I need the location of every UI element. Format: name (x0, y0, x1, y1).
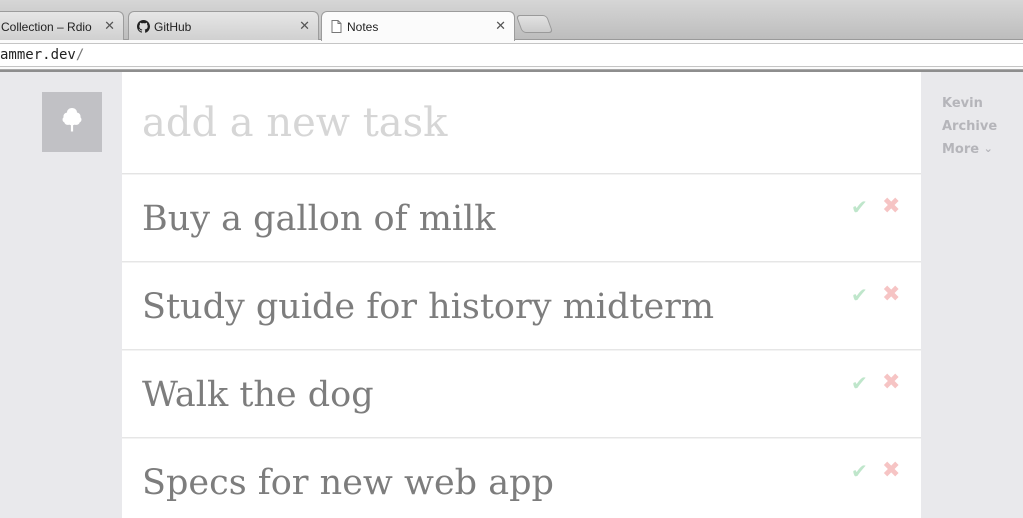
task-row[interactable]: Specs for new web app ✔ ✖ (122, 439, 921, 518)
address-bar: ammer.dev / (0, 40, 1023, 70)
tab-notes[interactable]: Notes ✕ (321, 11, 515, 41)
close-icon[interactable]: ✕ (299, 18, 310, 34)
task-text: Buy a gallon of milk (142, 199, 496, 239)
document-icon (330, 20, 343, 33)
task-text: Specs for new web app (142, 463, 554, 503)
close-icon[interactable]: ✕ (495, 18, 506, 34)
tab-title: GitHub (154, 19, 192, 34)
task-list: Buy a gallon of milk ✔ ✖ Study guide for… (122, 72, 921, 518)
check-icon[interactable]: ✔ (851, 283, 868, 308)
tab-github[interactable]: GitHub ✕ (128, 11, 319, 41)
sidebar-item-user[interactable]: Kevin (942, 92, 1022, 115)
tab-rdio-collection[interactable]: Collection – Rdio ✕ (0, 11, 124, 41)
task-row[interactable]: Buy a gallon of milk ✔ ✖ (122, 175, 921, 262)
tab-title: Notes (347, 19, 379, 34)
url-field[interactable]: ammer.dev / (0, 43, 1023, 67)
sidebar-item-more[interactable]: More ⌄ (942, 138, 1022, 161)
app-logo[interactable] (42, 92, 102, 152)
task-text: Walk the dog (142, 375, 374, 415)
delete-icon[interactable]: ✖ (882, 457, 900, 483)
close-icon[interactable]: ✕ (104, 18, 115, 34)
check-icon[interactable]: ✔ (851, 195, 868, 220)
delete-icon[interactable]: ✖ (882, 281, 900, 307)
sidebar-item-label: More (942, 142, 980, 157)
sidebar-item-archive[interactable]: Archive (942, 115, 1022, 138)
tree-icon (61, 107, 83, 138)
tab-title: Collection – Rdio (1, 19, 92, 34)
chevron-down-icon: ⌄ (983, 142, 993, 155)
check-icon[interactable]: ✔ (851, 371, 868, 396)
delete-icon[interactable]: ✖ (882, 369, 900, 395)
new-task-row (122, 72, 921, 174)
delete-icon[interactable]: ✖ (882, 193, 900, 219)
sidebar-nav: Kevin Archive More ⌄ (942, 92, 1022, 161)
github-icon (137, 20, 150, 33)
task-row[interactable]: Study guide for history midterm ✔ ✖ (122, 263, 921, 350)
url-path: / (75, 47, 85, 63)
task-row[interactable]: Walk the dog ✔ ✖ (122, 351, 921, 438)
check-icon[interactable]: ✔ (851, 459, 868, 484)
browser-tab-strip: Collection – Rdio ✕ GitHub ✕ Notes ✕ (0, 0, 1023, 41)
url-host: ammer.dev (0, 47, 76, 63)
new-tab-button[interactable] (515, 15, 554, 33)
page: Buy a gallon of milk ✔ ✖ Study guide for… (0, 72, 1023, 518)
task-text: Study guide for history midterm (142, 287, 715, 327)
new-task-input[interactable] (142, 94, 882, 152)
